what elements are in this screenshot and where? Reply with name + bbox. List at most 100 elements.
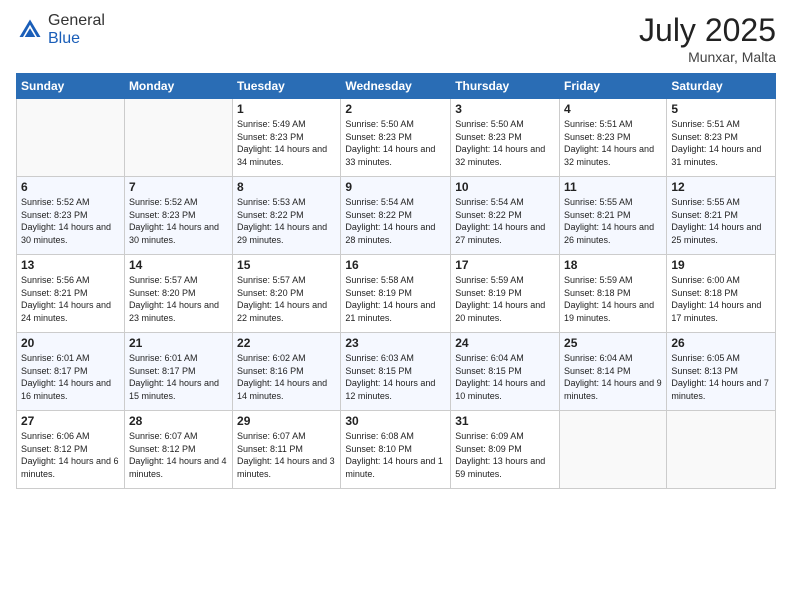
calendar-week-row: 20 Sunrise: 6:01 AMSunset: 8:17 PMDayligh… xyxy=(17,333,776,411)
cell-info: Sunrise: 6:07 AMSunset: 8:11 PMDaylight:… xyxy=(237,430,336,480)
day-number: 25 xyxy=(564,336,662,350)
calendar-cell: 16 Sunrise: 5:58 AMSunset: 8:19 PMDayligh… xyxy=(341,255,451,333)
cell-info: Sunrise: 6:04 AMSunset: 8:14 PMDaylight:… xyxy=(564,352,662,402)
cell-info: Sunrise: 5:58 AMSunset: 8:19 PMDaylight:… xyxy=(345,274,446,324)
day-number: 11 xyxy=(564,180,662,194)
day-number: 3 xyxy=(455,102,555,116)
cell-info: Sunrise: 6:02 AMSunset: 8:16 PMDaylight:… xyxy=(237,352,336,402)
calendar-cell: 22 Sunrise: 6:02 AMSunset: 8:16 PMDayligh… xyxy=(233,333,341,411)
calendar-cell: 23 Sunrise: 6:03 AMSunset: 8:15 PMDayligh… xyxy=(341,333,451,411)
day-number: 12 xyxy=(671,180,771,194)
day-number: 6 xyxy=(21,180,120,194)
logo-general: General xyxy=(48,12,105,29)
calendar-cell: 10Sunrise: 5:54 AMSunset: 8:22 PMDayligh… xyxy=(451,177,560,255)
cell-info: Sunrise: 5:50 AMSunset: 8:23 PMDaylight:… xyxy=(455,118,555,168)
month-title: July 2025 xyxy=(639,12,776,49)
day-number: 30 xyxy=(345,414,446,428)
calendar-cell: 31 Sunrise: 6:09 AMSunset: 8:09 PMDayligh… xyxy=(451,411,560,489)
calendar-cell: 3 Sunrise: 5:50 AMSunset: 8:23 PMDaylight… xyxy=(451,99,560,177)
calendar-cell: 12 Sunrise: 5:55 AMSunset: 8:21 PMDayligh… xyxy=(667,177,776,255)
cell-info: Sunrise: 6:01 AMSunset: 8:17 PMDaylight:… xyxy=(129,352,228,402)
cell-info: Sunrise: 5:52 AMSunset: 8:23 PMDaylight:… xyxy=(129,196,228,246)
day-number: 16 xyxy=(345,258,446,272)
day-number: 24 xyxy=(455,336,555,350)
day-number: 27 xyxy=(21,414,120,428)
calendar-cell xyxy=(667,411,776,489)
calendar-cell: 11 Sunrise: 5:55 AMSunset: 8:21 PMDayligh… xyxy=(560,177,667,255)
calendar-cell: 27 Sunrise: 6:06 AMSunset: 8:12 PMDayligh… xyxy=(17,411,125,489)
calendar-table: SundayMondayTuesdayWednesdayThursdayFrid… xyxy=(16,73,776,489)
calendar-cell: 4 Sunrise: 5:51 AMSunset: 8:23 PMDaylight… xyxy=(560,99,667,177)
cell-info: Sunrise: 5:51 AMSunset: 8:23 PMDaylight:… xyxy=(671,118,771,168)
cell-info: Sunrise: 5:50 AMSunset: 8:23 PMDaylight:… xyxy=(345,118,446,168)
cell-info: Sunrise: 5:56 AMSunset: 8:21 PMDaylight:… xyxy=(21,274,120,324)
cell-info: Sunrise: 5:59 AMSunset: 8:18 PMDaylight:… xyxy=(564,274,662,324)
calendar-cell: 28 Sunrise: 6:07 AMSunset: 8:12 PMDayligh… xyxy=(124,411,232,489)
day-number: 18 xyxy=(564,258,662,272)
calendar-cell: 17 Sunrise: 5:59 AMSunset: 8:19 PMDayligh… xyxy=(451,255,560,333)
page: General Blue July 2025 Munxar, Malta Sun… xyxy=(0,0,792,612)
header: General Blue July 2025 Munxar, Malta xyxy=(16,12,776,65)
day-number: 20 xyxy=(21,336,120,350)
day-number: 23 xyxy=(345,336,446,350)
day-number: 29 xyxy=(237,414,336,428)
day-number: 2 xyxy=(345,102,446,116)
day-number: 15 xyxy=(237,258,336,272)
day-number: 8 xyxy=(237,180,336,194)
calendar-cell: 30Sunrise: 6:08 AMSunset: 8:10 PMDayligh… xyxy=(341,411,451,489)
cell-info: Sunrise: 6:06 AMSunset: 8:12 PMDaylight:… xyxy=(21,430,120,480)
cell-info: Sunrise: 5:51 AMSunset: 8:23 PMDaylight:… xyxy=(564,118,662,168)
day-number: 26 xyxy=(671,336,771,350)
day-number: 28 xyxy=(129,414,228,428)
cell-info: Sunrise: 5:55 AMSunset: 8:21 PMDaylight:… xyxy=(671,196,771,246)
calendar-cell xyxy=(560,411,667,489)
calendar-cell: 1 Sunrise: 5:49 AMSunset: 8:23 PMDaylight… xyxy=(233,99,341,177)
cell-info: Sunrise: 5:55 AMSunset: 8:21 PMDaylight:… xyxy=(564,196,662,246)
title-block: July 2025 Munxar, Malta xyxy=(639,12,776,65)
logo-icon xyxy=(16,16,44,44)
calendar-cell: 25 Sunrise: 6:04 AMSunset: 8:14 PMDayligh… xyxy=(560,333,667,411)
calendar-week-row: 13Sunrise: 5:56 AMSunset: 8:21 PMDayligh… xyxy=(17,255,776,333)
day-number: 9 xyxy=(345,180,446,194)
calendar-day-header: Thursday xyxy=(451,74,560,99)
calendar-cell: 20 Sunrise: 6:01 AMSunset: 8:17 PMDayligh… xyxy=(17,333,125,411)
day-number: 4 xyxy=(564,102,662,116)
day-number: 22 xyxy=(237,336,336,350)
calendar-cell: 5Sunrise: 5:51 AMSunset: 8:23 PMDaylight… xyxy=(667,99,776,177)
cell-info: Sunrise: 5:53 AMSunset: 8:22 PMDaylight:… xyxy=(237,196,336,246)
day-number: 7 xyxy=(129,180,228,194)
calendar-cell: 13Sunrise: 5:56 AMSunset: 8:21 PMDayligh… xyxy=(17,255,125,333)
location: Munxar, Malta xyxy=(639,49,776,65)
day-number: 17 xyxy=(455,258,555,272)
logo-blue: Blue xyxy=(48,30,80,47)
day-number: 1 xyxy=(237,102,336,116)
cell-info: Sunrise: 6:09 AMSunset: 8:09 PMDaylight:… xyxy=(455,430,555,480)
cell-info: Sunrise: 5:57 AMSunset: 8:20 PMDaylight:… xyxy=(129,274,228,324)
calendar-cell xyxy=(17,99,125,177)
calendar-day-header: Saturday xyxy=(667,74,776,99)
calendar-cell: 6Sunrise: 5:52 AMSunset: 8:23 PMDaylight… xyxy=(17,177,125,255)
calendar-cell: 8 Sunrise: 5:53 AMSunset: 8:22 PMDaylight… xyxy=(233,177,341,255)
day-number: 19 xyxy=(671,258,771,272)
calendar-week-row: 27 Sunrise: 6:06 AMSunset: 8:12 PMDayligh… xyxy=(17,411,776,489)
day-number: 31 xyxy=(455,414,555,428)
calendar-cell: 19 Sunrise: 6:00 AMSunset: 8:18 PMDayligh… xyxy=(667,255,776,333)
cell-info: Sunrise: 5:54 AMSunset: 8:22 PMDaylight:… xyxy=(345,196,446,246)
calendar-cell: 7 Sunrise: 5:52 AMSunset: 8:23 PMDaylight… xyxy=(124,177,232,255)
calendar-week-row: 6 Sunrise: 5:52 AMSunset: 8:23 PMDaylight… xyxy=(17,177,776,255)
cell-info: Sunrise: 5:59 AMSunset: 8:19 PMDaylight:… xyxy=(455,274,555,324)
calendar-cell: 29 Sunrise: 6:07 AMSunset: 8:11 PMDayligh… xyxy=(233,411,341,489)
logo: General Blue xyxy=(16,12,105,48)
calendar-day-header: Sunday xyxy=(17,74,125,99)
calendar-cell: 21 Sunrise: 6:01 AMSunset: 8:17 PMDayligh… xyxy=(124,333,232,411)
cell-info: Sunrise: 6:03 AMSunset: 8:15 PMDaylight:… xyxy=(345,352,446,402)
cell-info: Sunrise: 6:00 AMSunset: 8:18 PMDaylight:… xyxy=(671,274,771,324)
logo-text: General Blue xyxy=(48,12,105,48)
cell-info: Sunrise: 5:49 AMSunset: 8:23 PMDaylight:… xyxy=(237,118,336,168)
calendar-day-header: Wednesday xyxy=(341,74,451,99)
cell-info: Sunrise: 6:07 AMSunset: 8:12 PMDaylight:… xyxy=(129,430,228,480)
cell-info: Sunrise: 6:01 AMSunset: 8:17 PMDaylight:… xyxy=(21,352,120,402)
calendar-cell: 9 Sunrise: 5:54 AMSunset: 8:22 PMDaylight… xyxy=(341,177,451,255)
day-number: 21 xyxy=(129,336,228,350)
calendar-header-row: SundayMondayTuesdayWednesdayThursdayFrid… xyxy=(17,74,776,99)
